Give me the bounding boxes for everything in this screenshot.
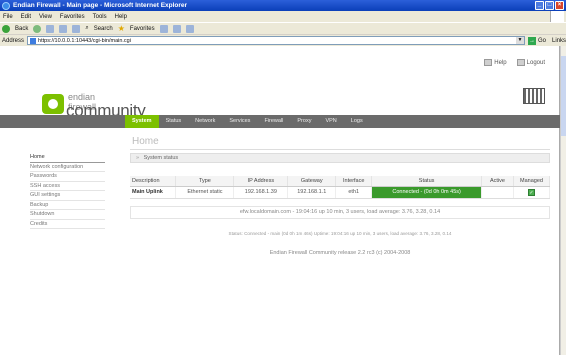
help-label[interactable]: Help	[494, 60, 506, 66]
sidebar-item-shutdown[interactable]: Shutdown	[30, 210, 105, 220]
nav-system[interactable]: System	[125, 115, 159, 128]
address-dropdown-icon[interactable]: ▼	[515, 37, 524, 44]
go-button[interactable]: → Go	[527, 36, 546, 45]
mail-icon[interactable]	[172, 24, 181, 33]
stop-icon[interactable]	[46, 24, 55, 33]
col-status: Status	[371, 176, 482, 187]
help-icon	[484, 59, 493, 66]
favorites-star-icon[interactable]: ★	[118, 24, 125, 33]
cell-active	[481, 186, 514, 199]
back-arrow-icon[interactable]	[2, 24, 10, 33]
menu-help[interactable]: Help	[115, 14, 127, 20]
address-url[interactable]: https://10.0.0.1:10443/cgi-bin/main.cgi	[38, 38, 131, 44]
nav-services[interactable]: Services	[222, 115, 257, 128]
expand-icon[interactable]: »	[136, 155, 139, 161]
section-title: System status	[143, 155, 179, 161]
cell-interface: eth1	[335, 186, 373, 199]
cell-ip-address: 192.168.1.39	[233, 186, 289, 199]
print-icon[interactable]	[185, 24, 194, 33]
sidebar-item-network-configuration[interactable]: Network configuration	[30, 163, 105, 172]
go-arrow-icon[interactable]: →	[527, 36, 536, 45]
status-line: Status: Connected - main (0d 0h 1m 46s) …	[228, 231, 452, 236]
cell-status: Connected - (0d 0h 0m 45s)	[371, 186, 482, 199]
search-button[interactable]: Search	[94, 26, 113, 32]
internet-explorer-icon	[2, 1, 10, 10]
col-interface: Interface	[335, 176, 373, 187]
nav-firewall[interactable]: Firewall	[257, 115, 290, 128]
col-active: Active	[481, 176, 514, 187]
divider	[130, 149, 550, 150]
sidebar-item-backup[interactable]: Backup	[30, 201, 105, 210]
go-label[interactable]: Go	[538, 38, 546, 44]
sidebar: Home Network configuration Passwords SSH…	[30, 153, 105, 229]
footer-copyright: Endian Firewall Community release 2.2 rc…	[269, 250, 411, 256]
menu-file[interactable]: File	[3, 14, 13, 20]
nav-proxy[interactable]: Proxy	[290, 115, 318, 128]
col-description: Description	[130, 176, 177, 187]
maximize-button[interactable]: □	[545, 1, 554, 10]
forward-arrow-icon[interactable]	[33, 24, 42, 33]
system-status-section-header[interactable]: » System status	[130, 153, 550, 163]
refresh-icon[interactable]	[59, 24, 68, 33]
menu-view[interactable]: View	[39, 14, 52, 20]
sidebar-item-gui-settings[interactable]: GUI settings	[30, 191, 105, 201]
page-content: Help Logout endian firewall community Sy…	[0, 46, 560, 355]
logout-icon	[516, 59, 525, 66]
menu-favorites[interactable]: Favorites	[60, 14, 85, 20]
table-header-row: Description Type IP Address Gateway Inte…	[130, 176, 551, 187]
col-ip-address: IP Address	[233, 176, 289, 187]
nav-vpn[interactable]: VPN	[318, 115, 343, 128]
search-icon[interactable]: ⌕	[85, 25, 88, 32]
barcode-graphic	[523, 88, 545, 104]
browser-toolbar: Back ⌕ Search ★ Favorites	[0, 22, 566, 34]
minimize-button[interactable]: _	[535, 1, 544, 10]
window-title-bar: Endian Firewall - Main page - Microsoft …	[0, 0, 566, 11]
sidebar-item-home[interactable]: Home	[30, 153, 105, 163]
main-nav: System Status Network Services Firewall …	[0, 115, 560, 128]
media-icon[interactable]	[159, 24, 168, 33]
cell-gateway: 192.168.1.1	[287, 186, 337, 199]
home-icon[interactable]	[72, 24, 81, 33]
address-bar: Address https://10.0.0.1:10443/cgi-bin/m…	[0, 34, 566, 46]
help-link[interactable]: Help	[484, 59, 507, 66]
table-row[interactable]: Main Uplink Ethernet static 192.168.1.39…	[130, 186, 551, 199]
menu-bar: File Edit View Favorites Tools Help	[0, 11, 566, 22]
cell-managed[interactable]: ✓	[513, 186, 551, 199]
close-button[interactable]: ×	[555, 1, 564, 10]
nav-status[interactable]: Status	[159, 115, 189, 128]
links-button[interactable]: Links	[552, 38, 566, 44]
nav-logs[interactable]: Logs	[344, 115, 370, 128]
managed-check-icon[interactable]: ✓	[527, 188, 535, 196]
favorites-button[interactable]: Favorites	[130, 26, 155, 32]
col-gateway: Gateway	[287, 176, 337, 187]
endian-mark-icon	[42, 94, 64, 114]
col-type: Type	[175, 176, 235, 187]
nav-network[interactable]: Network	[188, 115, 222, 128]
window-title: Endian Firewall - Main page - Microsoft …	[13, 2, 188, 9]
col-managed: Managed	[513, 176, 551, 187]
scrollbar-thumb[interactable]	[561, 56, 566, 136]
menu-tools[interactable]: Tools	[93, 14, 107, 20]
logout-link[interactable]: Logout	[516, 59, 545, 66]
header-links: Help Logout	[484, 59, 545, 66]
sidebar-item-passwords[interactable]: Passwords	[30, 172, 105, 182]
sidebar-item-credits[interactable]: Credits	[30, 220, 105, 229]
window-controls: _ □ ×	[535, 1, 564, 10]
cell-type: Ethernet static	[175, 186, 235, 199]
address-input[interactable]: https://10.0.0.1:10443/cgi-bin/main.cgi …	[27, 36, 525, 45]
page-title: Home	[132, 136, 159, 147]
address-label: Address	[2, 37, 25, 44]
menu-edit[interactable]: Edit	[21, 14, 31, 20]
back-button[interactable]: Back	[15, 26, 28, 32]
page-icon	[30, 37, 37, 44]
logout-label[interactable]: Logout	[527, 60, 545, 66]
windows-logo-icon	[550, 11, 564, 22]
vertical-scrollbar[interactable]	[560, 46, 566, 355]
cell-description: Main Uplink	[130, 186, 177, 199]
uplink-status-table: Description Type IP Address Gateway Inte…	[130, 176, 551, 199]
sidebar-item-ssh-access[interactable]: SSH access	[30, 182, 105, 191]
uptime-box: efw.localdomain.com - 19:04:16 up 10 min…	[130, 206, 550, 219]
